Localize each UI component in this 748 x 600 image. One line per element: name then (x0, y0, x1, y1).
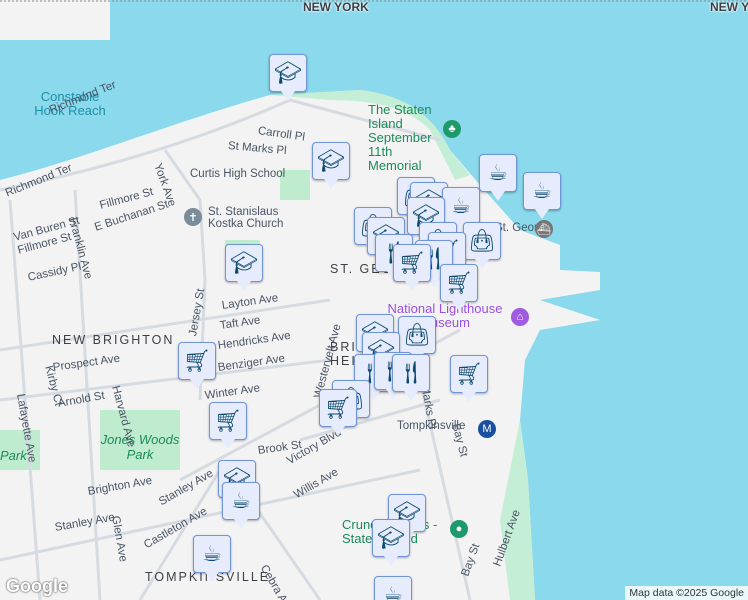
coffee-marker[interactable]: ☕︎ (442, 187, 480, 234)
coffee-icon: ☕︎ (532, 178, 552, 203)
coffee-icon: ☕︎ (202, 541, 222, 566)
ferry-icon[interactable]: ⛴ (535, 220, 553, 238)
subway-icon[interactable]: M (478, 420, 496, 438)
cart-marker[interactable]: 🛒︎ (440, 264, 478, 311)
school-marker[interactable]: 🎓︎ (312, 142, 350, 189)
cart-marker[interactable]: 🛒︎ (319, 389, 357, 436)
school-marker[interactable]: 🎓︎ (225, 244, 263, 291)
fork-marker[interactable]: 🍴︎ (392, 354, 430, 401)
coffee-marker[interactable]: ☕︎ (222, 482, 260, 529)
coffee-icon: ☕︎ (451, 193, 471, 218)
school-marker[interactable]: 🎓︎ (372, 519, 410, 566)
museum-pin-icon[interactable]: ⌂ (511, 308, 529, 326)
church-pin-icon[interactable]: ✝ (184, 208, 202, 226)
bag-marker[interactable]: 👜︎ (463, 222, 501, 269)
coffee-icon: ☕︎ (488, 160, 508, 185)
school-icon: 🎓︎ (317, 148, 345, 173)
park-label: Park (0, 448, 27, 463)
bag-icon: 👜︎ (468, 228, 496, 253)
bag-icon: 👜︎ (403, 322, 431, 347)
cart-icon: 🛒︎ (398, 250, 426, 275)
cart-icon: 🛒︎ (183, 348, 211, 373)
poi-memorial: The Staten Island September 11th Memoria… (368, 102, 432, 173)
cart-marker[interactable]: 🛒︎ (209, 402, 247, 449)
poi-church: St. Stanislaus Kostka Church (208, 206, 284, 230)
cart-icon: 🛒︎ (445, 270, 473, 295)
bag-marker[interactable]: 👜︎ (398, 316, 436, 363)
google-logo[interactable]: Google (6, 576, 68, 597)
cart-icon: 🛒︎ (214, 408, 242, 433)
cart-icon: 🛒︎ (455, 361, 483, 386)
map-canvas[interactable]: NEW YORKNEW YORKConstable Hook ReachNEW … (0, 0, 748, 600)
coffee-icon: ☕︎ (383, 582, 403, 600)
coffee-marker[interactable]: ☕︎ (193, 535, 231, 582)
cart-marker[interactable]: 🛒︎ (393, 244, 431, 291)
cart-marker[interactable]: 🛒︎ (178, 342, 216, 389)
coffee-marker[interactable]: ☕︎ (374, 576, 412, 600)
cart-icon: 🛒︎ (324, 395, 352, 420)
school-icon: 🎓︎ (230, 250, 258, 275)
fork-icon: 🍴︎ (397, 360, 425, 385)
cart-marker[interactable]: 🛒︎ (450, 355, 488, 402)
coffee-marker[interactable]: ☕︎ (479, 154, 517, 201)
region-label: NEW YORK (303, 0, 369, 14)
park-label: Jones Woods Park (100, 432, 180, 462)
fitness-pin-icon[interactable]: ● (450, 520, 468, 538)
coffee-marker[interactable]: ☕︎ (523, 172, 561, 219)
memorial-pin-icon[interactable]: ♣ (443, 120, 461, 138)
region-label: NEW YORK (710, 0, 748, 14)
neighborhood-label: NEW BRIGHTON (52, 333, 175, 347)
school-icon: 🎓︎ (377, 525, 405, 550)
school-icon: 🎓︎ (274, 60, 302, 85)
map-attribution[interactable]: Map data ©2025 Google (625, 586, 748, 600)
poi-curtis-high-school: Curtis High School (190, 168, 286, 180)
coffee-icon: ☕︎ (231, 488, 251, 513)
school-marker[interactable]: 🎓︎ (269, 54, 307, 101)
